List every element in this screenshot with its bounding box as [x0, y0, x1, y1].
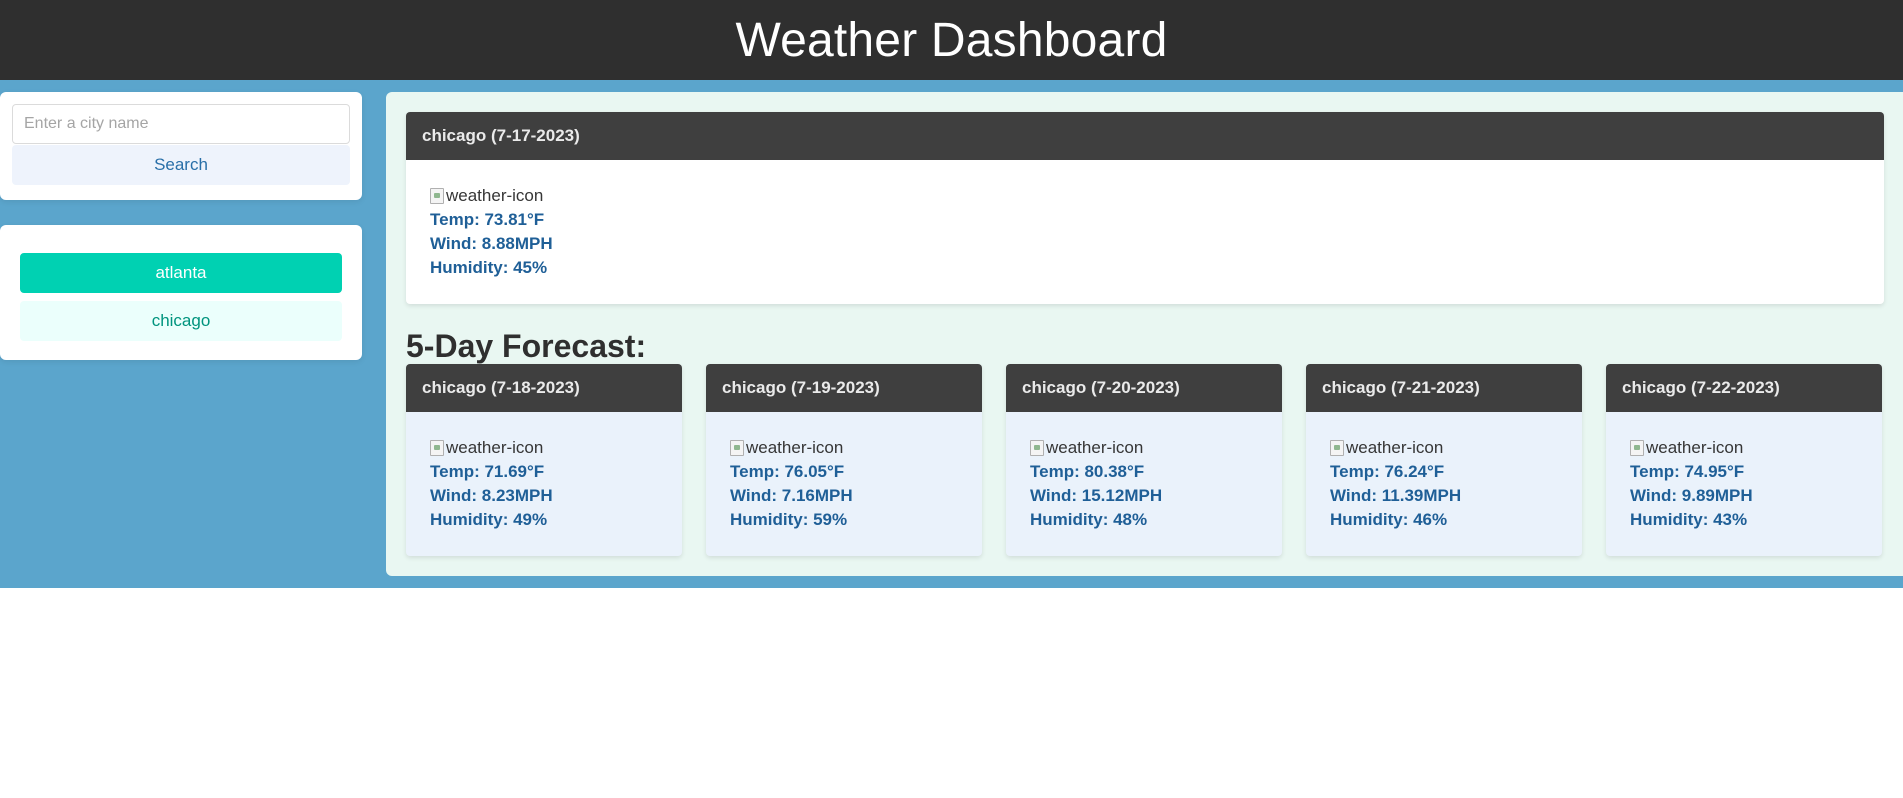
forecast-temp: Temp: 76.24°F: [1330, 462, 1445, 481]
current-weather-body: weather-icon Temp: 73.81°F Wind: 8.88MPH…: [406, 160, 1884, 280]
page-title: Weather Dashboard: [735, 13, 1168, 67]
forecast-wind: Wind: 11.39MPH: [1330, 486, 1462, 505]
weather-icon: weather-icon: [430, 436, 658, 460]
forecast-card: chicago (7-21-2023) weather-icon Temp: 7…: [1306, 364, 1582, 556]
forecast-card: chicago (7-18-2023) weather-icon Temp: 7…: [406, 364, 682, 556]
content-band: Search atlanta chicago chicago (7-17-202…: [0, 80, 1903, 588]
forecast-humidity: Humidity: 49%: [430, 510, 548, 529]
forecast-row: chicago (7-18-2023) weather-icon Temp: 7…: [406, 364, 1884, 556]
current-temp: Temp: 73.81°F: [430, 210, 545, 229]
weather-icon-alt-text: weather-icon: [1046, 438, 1144, 457]
current-weather-card: chicago (7-17-2023) weather-icon Temp: 7…: [406, 112, 1884, 304]
forecast-wind: Wind: 7.16MPH: [730, 486, 853, 505]
weather-icon-alt-text: weather-icon: [746, 438, 844, 457]
broken-image-icon: [430, 440, 444, 456]
forecast-temp: Temp: 74.95°F: [1630, 462, 1745, 481]
forecast-heading: 5-Day Forecast:: [406, 328, 647, 364]
forecast-card-body: weather-icon Temp: 80.38°F Wind: 15.12MP…: [1006, 412, 1282, 532]
forecast-card: chicago (7-19-2023) weather-icon Temp: 7…: [706, 364, 982, 556]
weather-icon: weather-icon: [1330, 436, 1558, 460]
forecast-wind: Wind: 9.89MPH: [1630, 486, 1753, 505]
weather-icon-alt-text: weather-icon: [446, 186, 544, 205]
weather-icon-alt-text: weather-icon: [1346, 438, 1444, 457]
weather-icon: weather-icon: [1030, 436, 1258, 460]
broken-image-icon: [1330, 440, 1344, 456]
forecast-card-body: weather-icon Temp: 71.69°F Wind: 8.23MPH…: [406, 412, 682, 532]
forecast-wind: Wind: 8.23MPH: [430, 486, 553, 505]
broken-image-icon: [1030, 440, 1044, 456]
forecast-humidity: Humidity: 43%: [1630, 510, 1748, 529]
weather-icon-alt-text: weather-icon: [446, 438, 544, 457]
sidebar: Search atlanta chicago: [0, 92, 362, 360]
search-panel: Search: [0, 92, 362, 200]
broken-image-icon: [730, 440, 744, 456]
forecast-card-title: chicago (7-19-2023): [706, 364, 982, 412]
forecast-wind: Wind: 15.12MPH: [1030, 486, 1163, 505]
forecast-temp: Temp: 71.69°F: [430, 462, 545, 481]
current-wind: Wind: 8.88MPH: [430, 234, 553, 253]
forecast-card-title: chicago (7-21-2023): [1306, 364, 1582, 412]
forecast-card-title: chicago (7-22-2023): [1606, 364, 1882, 412]
forecast-card-title: chicago (7-20-2023): [1006, 364, 1282, 412]
city-search-input[interactable]: [12, 104, 350, 144]
history-button-chicago[interactable]: chicago: [20, 301, 342, 341]
forecast-card: chicago (7-20-2023) weather-icon Temp: 8…: [1006, 364, 1282, 556]
weather-icon: weather-icon: [1630, 436, 1858, 460]
forecast-temp: Temp: 80.38°F: [1030, 462, 1145, 481]
search-button[interactable]: Search: [12, 145, 350, 185]
weather-icon-alt-text: weather-icon: [1646, 438, 1744, 457]
current-weather-title: chicago (7-17-2023): [406, 112, 1884, 160]
history-button-atlanta[interactable]: atlanta: [20, 253, 342, 293]
current-humidity: Humidity: 45%: [430, 258, 548, 277]
weather-icon: weather-icon: [730, 436, 958, 460]
broken-image-icon: [1630, 440, 1644, 456]
search-history-panel: atlanta chicago: [0, 225, 362, 360]
forecast-temp: Temp: 76.05°F: [730, 462, 845, 481]
forecast-card-body: weather-icon Temp: 76.05°F Wind: 7.16MPH…: [706, 412, 982, 532]
forecast-humidity: Humidity: 48%: [1030, 510, 1148, 529]
forecast-humidity: Humidity: 59%: [730, 510, 848, 529]
forecast-card-body: weather-icon Temp: 74.95°F Wind: 9.89MPH…: [1606, 412, 1882, 532]
forecast-card-title: chicago (7-18-2023): [406, 364, 682, 412]
weather-panel: chicago (7-17-2023) weather-icon Temp: 7…: [386, 92, 1903, 576]
forecast-card-body: weather-icon Temp: 76.24°F Wind: 11.39MP…: [1306, 412, 1582, 532]
forecast-humidity: Humidity: 46%: [1330, 510, 1448, 529]
app-header: Weather Dashboard: [0, 0, 1903, 80]
broken-image-icon: [430, 188, 444, 204]
weather-icon: weather-icon: [430, 184, 1860, 208]
forecast-card: chicago (7-22-2023) weather-icon Temp: 7…: [1606, 364, 1882, 556]
